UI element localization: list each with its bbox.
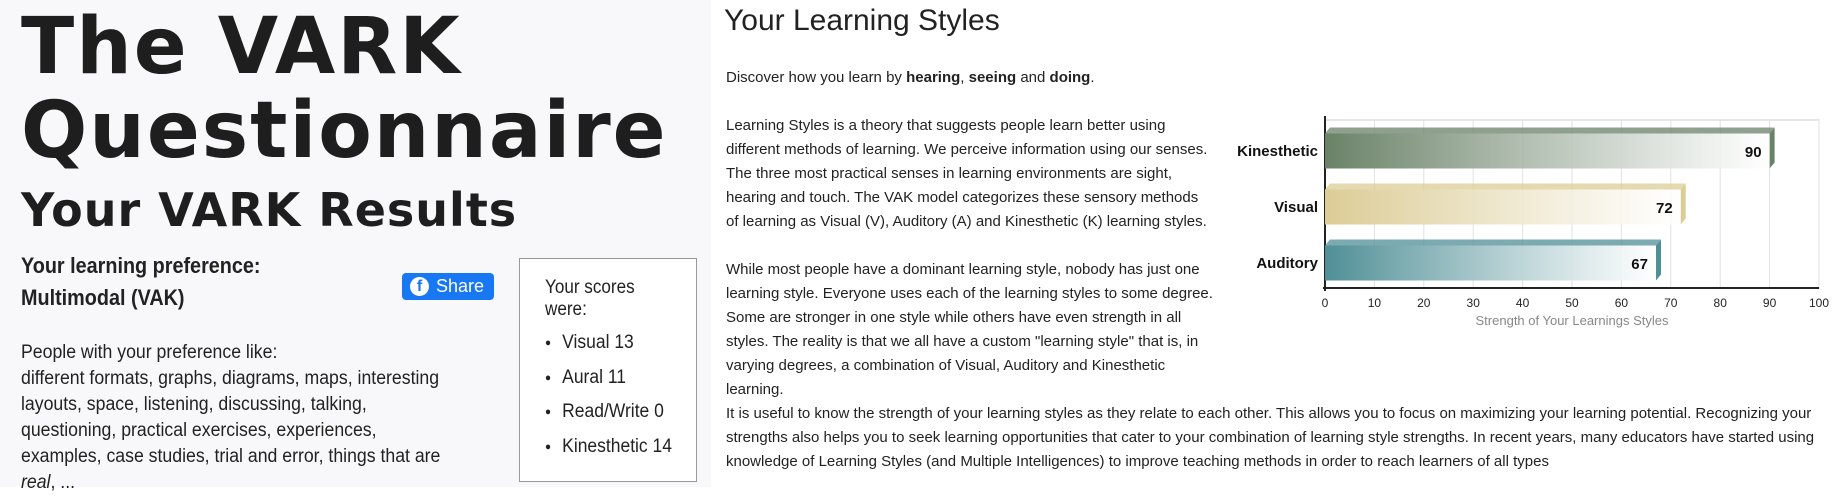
people-emphasis: real — [21, 472, 51, 493]
people-list: different formats, graphs, diagrams, map… — [21, 368, 441, 467]
people-text: different formats, graphs, diagrams, map… — [21, 366, 458, 496]
chart-bar-side — [1680, 183, 1686, 225]
score-item-visual: Visual 13 — [545, 327, 672, 362]
intro-sep1: , — [960, 69, 969, 86]
page-title: The VARK Questionnaire — [21, 2, 668, 176]
score-item-read-write: Read/Write 0 — [545, 396, 672, 431]
scores-title: Your scores were: — [545, 277, 635, 320]
paragraph-strength: It is useful to know the strength of you… — [726, 405, 1815, 470]
learning-styles-title: Your Learning Styles — [724, 4, 1000, 37]
scores-box: Your scores were: Visual 13 Aural 11 Rea… — [519, 258, 697, 482]
preference-description: People with your preference like: differ… — [21, 340, 458, 496]
paragraph-theory: Learning Styles is a theory that suggest… — [726, 117, 1208, 230]
chart-x-axis-label: Strength of Your Learnings Styles — [1476, 313, 1669, 328]
chart-bar — [1325, 189, 1681, 225]
facebook-icon: f — [410, 277, 429, 296]
chart-x-tick-label: 60 — [1615, 296, 1629, 310]
chart-x-tick-label: 10 — [1368, 296, 1382, 310]
results-panel: The VARK Questionnaire Your VARK Results… — [0, 0, 711, 493]
chart-x-tick-label: 90 — [1763, 296, 1777, 310]
intro-seeing: seeing — [968, 69, 1017, 86]
facebook-share-button[interactable]: f Share — [402, 273, 494, 300]
learning-styles-chart: 0 10 20 30 40 50 60 70 80 90 100 Kinesthetic 90 Visua… — [1237, 116, 1829, 328]
chart-x-tick-label: 40 — [1516, 296, 1530, 310]
chart-bar-side — [1769, 127, 1775, 169]
chart-x-tick-label: 20 — [1417, 296, 1431, 310]
preference-label: Your learning preference: — [21, 253, 261, 278]
chart-bar — [1325, 245, 1656, 281]
intro-end: . — [1090, 69, 1095, 86]
score-item-kinesthetic: Kinesthetic 14 — [545, 431, 672, 466]
intro-hearing: hearing — [906, 69, 961, 86]
chart-category-label: Auditory — [1256, 255, 1318, 272]
chart-bar — [1325, 133, 1770, 169]
chart-data-label: 67 — [1631, 256, 1648, 273]
paragraph-dominant-style: While most people have a dominant learni… — [726, 261, 1213, 398]
score-item-aural: Aural 11 — [545, 362, 672, 397]
chart-x-tick-label: 0 — [1322, 296, 1329, 310]
people-tail: , ... — [50, 472, 76, 493]
chart-x-tick-label: 100 — [1809, 296, 1829, 310]
chart-x-tick-label: 70 — [1664, 296, 1678, 310]
chart-bar-top — [1325, 127, 1775, 134]
chart-data-label: 90 — [1745, 144, 1762, 161]
chart-category-label: Visual — [1274, 199, 1318, 216]
intro-paragraph: Discover how you learn by hearing, seein… — [726, 66, 1166, 90]
chart-category-label: Kinesthetic — [1237, 143, 1318, 160]
scores-list: Visual 13 Aural 11 Read/Write 0 Kinesthe… — [545, 327, 683, 465]
chart-bar-top — [1325, 239, 1661, 246]
chart-bar-top — [1325, 183, 1686, 190]
intro-prefix: Discover how you learn by — [726, 69, 907, 86]
preference-value: Multimodal (VAK) — [21, 285, 185, 310]
chart-x-tick-label: 80 — [1714, 296, 1728, 310]
chart-x-tick-label: 30 — [1467, 296, 1481, 310]
chart-x-tick-label: 50 — [1565, 296, 1579, 310]
chart-data-label: 72 — [1656, 200, 1673, 217]
share-label: Share — [436, 276, 485, 296]
results-heading: Your VARK Results — [21, 183, 518, 237]
people-intro: People with your preference like: — [21, 342, 278, 363]
intro-doing: doing — [1049, 69, 1091, 86]
intro-sep2: and — [1016, 69, 1050, 86]
chart-bar-side — [1655, 239, 1661, 281]
